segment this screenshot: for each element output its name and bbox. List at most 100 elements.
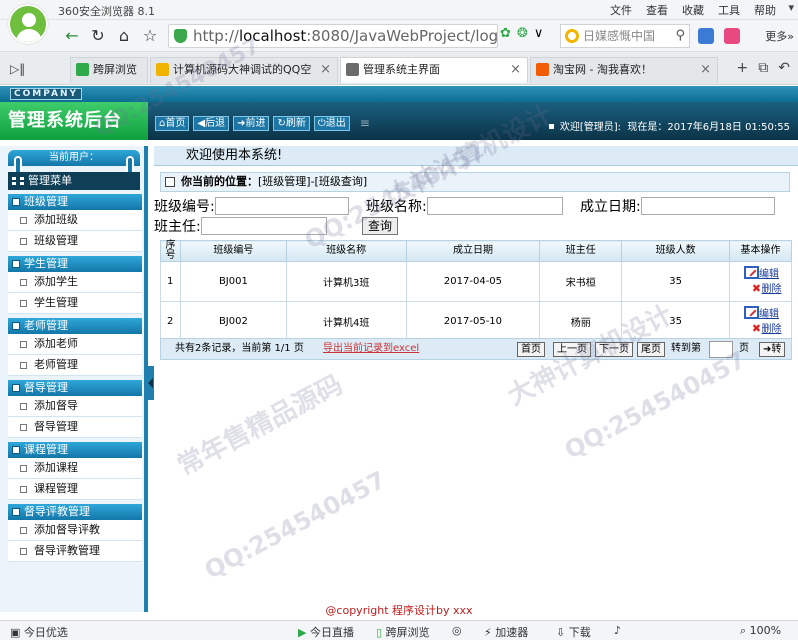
status-download[interactable]: ⇩ 下载 bbox=[556, 624, 591, 640]
menu-item[interactable]: 督导管理 bbox=[8, 417, 142, 438]
menu-item[interactable]: 添加老师 bbox=[8, 334, 142, 355]
refresh-button[interactable]: ↻刷新 bbox=[273, 116, 310, 131]
doc-icon bbox=[20, 279, 27, 286]
status-daily-picks[interactable]: ▣ 今日优选 bbox=[10, 624, 68, 640]
menu-grid-icon bbox=[12, 177, 24, 185]
delete-x-icon: ✖ bbox=[751, 282, 762, 295]
class-name-input[interactable] bbox=[426, 197, 563, 215]
menu-item[interactable]: 添加学生 bbox=[8, 272, 142, 293]
menu-favorites[interactable]: 收藏 bbox=[682, 2, 704, 18]
ad-block-icon[interactable]: ✿ bbox=[500, 26, 511, 41]
extension-gift-icon[interactable] bbox=[724, 28, 740, 44]
company-logo: COMPANY bbox=[10, 88, 82, 100]
cell-teacher: 杨丽 bbox=[539, 301, 623, 342]
edit-link[interactable]: 编辑 bbox=[732, 306, 791, 322]
menu-item[interactable]: 添加督导 bbox=[8, 396, 142, 417]
close-tab-icon[interactable]: × bbox=[700, 58, 711, 82]
tab-bar: ▷‖ 跨屏浏览 计算机源码大神调试的QQ空 × 管理系统主界面 × 淘宝网 - … bbox=[0, 52, 798, 85]
close-tab-icon[interactable]: × bbox=[510, 58, 521, 82]
menu-item[interactable]: 添加班级 bbox=[8, 210, 142, 231]
logout-button[interactable]: ⏻退出 bbox=[313, 116, 350, 131]
menu-tools[interactable]: 工具 bbox=[718, 2, 740, 18]
menu-group-header[interactable]: 老师管理 bbox=[8, 318, 142, 334]
menu-item[interactable]: 添加课程 bbox=[8, 458, 142, 479]
reload-icon[interactable]: ↻ bbox=[88, 26, 108, 46]
download-icon: ⇩ bbox=[556, 626, 566, 639]
header-toolbar: ⌂首页 ◀后退 ➜前进 ↻刷新 ⏻退出 ≡ 欢迎[管理员]: 现在是：2017年… bbox=[148, 102, 798, 140]
undo-close-icon[interactable]: ↶ bbox=[778, 60, 790, 76]
tab-qq-space[interactable]: 计算机源码大神调试的QQ空 × bbox=[150, 57, 338, 83]
menu-group-header[interactable]: 督导管理 bbox=[8, 380, 142, 396]
current-user-label: 当前用户： bbox=[8, 150, 140, 166]
home-icon[interactable]: ⌂ bbox=[114, 26, 134, 46]
menu-item[interactable]: 学生管理 bbox=[8, 293, 142, 314]
table-row: 1 BJ001 计算机3班 2017-04-05 宋书桓 35 编辑 ✖删除 bbox=[160, 261, 792, 302]
forward-button[interactable]: ➜前进 bbox=[233, 116, 270, 131]
footer-copyright: @copyright 程序设计by xxx bbox=[325, 604, 473, 617]
status-globe[interactable]: ◎ bbox=[452, 624, 462, 637]
status-sound[interactable]: ♪ bbox=[614, 624, 621, 637]
zoom-level[interactable]: ⌕ 100% bbox=[740, 624, 781, 638]
user-avatar[interactable] bbox=[8, 4, 48, 44]
table-row: 2 BJ002 计算机4班 2017-05-10 杨丽 35 编辑 ✖删除 bbox=[160, 301, 792, 342]
class-table: 序号 班级编号 班级名称 成立日期 班主任 班级人数 基本操作 1 BJ001 计算… bbox=[160, 240, 792, 342]
status-bar: ▣ 今日优选 ▶ 今日直播 ▯ 跨屏浏览 ◎ ⚡ 加速器 ⇩ 下载 ♪ ⌕ 10… bbox=[0, 620, 798, 640]
new-tab-icon[interactable]: + bbox=[737, 60, 749, 76]
dropdown-chevron-icon[interactable]: ∨ bbox=[534, 26, 544, 41]
table-header-row: 序号 班级编号 班级名称 成立日期 班主任 班级人数 基本操作 bbox=[160, 240, 792, 262]
back-button[interactable]: ◀后退 bbox=[193, 116, 230, 131]
delete-link[interactable]: ✖删除 bbox=[732, 322, 791, 337]
menu-group-header[interactable]: 学生管理 bbox=[8, 256, 142, 272]
menu-item[interactable]: 添加督导评教 bbox=[8, 520, 142, 541]
edit-link[interactable]: 编辑 bbox=[732, 266, 791, 282]
sidebar-toggle-icon[interactable]: ▷‖ bbox=[10, 62, 25, 76]
home-button[interactable]: ⌂首页 bbox=[155, 116, 190, 131]
query-button[interactable]: 查询 bbox=[362, 217, 399, 235]
window-controls-icon[interactable]: ▾ bbox=[788, 1, 794, 14]
menu-group-header[interactable]: 督导评教管理 bbox=[8, 504, 142, 520]
menu-help[interactable]: 帮助 bbox=[754, 2, 776, 18]
prev-page-button[interactable]: 上一页 bbox=[553, 342, 591, 357]
last-page-button[interactable]: 尾页 bbox=[637, 342, 665, 357]
menu-item[interactable]: 课程管理 bbox=[8, 479, 142, 500]
status-accelerator[interactable]: ⚡ 加速器 bbox=[484, 624, 528, 640]
tab-cross-screen[interactable]: 跨屏浏览 bbox=[70, 57, 148, 83]
cell-actions: 编辑 ✖删除 bbox=[729, 261, 792, 302]
search-icon[interactable]: ⚲ bbox=[675, 25, 685, 47]
menu-group-header[interactable]: 课程管理 bbox=[8, 442, 142, 458]
doc-icon bbox=[20, 548, 27, 555]
more-button[interactable]: 更多» bbox=[765, 28, 794, 44]
export-excel-link[interactable]: 导出当前记录到excel bbox=[323, 339, 419, 359]
menu-group-header[interactable]: 班级管理 bbox=[8, 194, 142, 210]
live-icon: ▶ bbox=[298, 626, 307, 639]
delete-link[interactable]: ✖删除 bbox=[732, 282, 791, 297]
menu-file[interactable]: 文件 bbox=[610, 2, 632, 18]
speed-mode-icon[interactable]: ❂ bbox=[517, 26, 528, 41]
menu-item[interactable]: 老师管理 bbox=[8, 355, 142, 376]
teacher-input[interactable] bbox=[200, 217, 327, 235]
date-input[interactable] bbox=[640, 197, 775, 215]
page-number-input[interactable] bbox=[709, 341, 733, 358]
status-cross-screen[interactable]: ▯ 跨屏浏览 bbox=[376, 624, 430, 640]
restore-tab-icon[interactable]: ⧉ bbox=[758, 60, 768, 76]
go-button[interactable]: ➜转 bbox=[759, 342, 786, 357]
search-input[interactable]: 日媒感慨中国 ⚲ bbox=[560, 24, 690, 48]
close-tab-icon[interactable]: × bbox=[320, 58, 331, 82]
favorite-star-icon[interactable]: ☆ bbox=[140, 26, 160, 46]
address-bar[interactable]: http://localhost:8080/JavaWebProject/log… bbox=[168, 24, 498, 48]
status-live[interactable]: ▶ 今日直播 bbox=[298, 624, 354, 640]
tab-taobao[interactable]: 淘宝网 - 淘我喜欢！ × bbox=[530, 57, 718, 83]
system-title: 管理系统后台 bbox=[0, 102, 148, 140]
class-no-input[interactable] bbox=[214, 197, 349, 215]
doc-icon bbox=[20, 341, 27, 348]
menu-item[interactable]: 督导评教管理 bbox=[8, 541, 142, 562]
back-icon[interactable]: ← bbox=[62, 26, 82, 46]
tab-admin-main[interactable]: 管理系统主界面 × bbox=[340, 57, 528, 83]
extension-grid-icon[interactable] bbox=[698, 28, 714, 44]
menu-view[interactable]: 查看 bbox=[646, 2, 668, 18]
edit-pencil-icon bbox=[744, 266, 759, 279]
first-page-button[interactable]: 首页 bbox=[517, 342, 545, 357]
menu-item[interactable]: 班级管理 bbox=[8, 231, 142, 252]
cell-seq: 2 bbox=[160, 301, 181, 342]
next-page-button[interactable]: 下一页 bbox=[595, 342, 633, 357]
